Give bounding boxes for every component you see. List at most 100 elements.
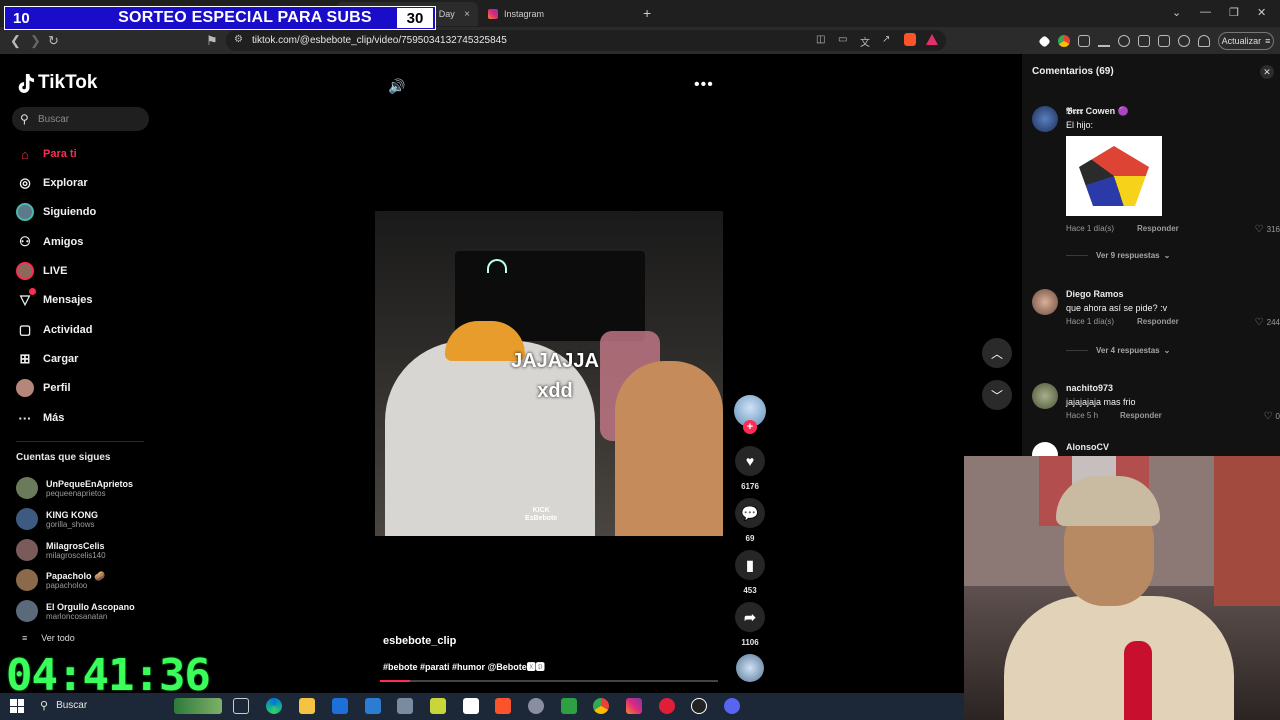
mail-icon[interactable] bbox=[365, 698, 381, 714]
leo-icon[interactable] bbox=[1178, 35, 1190, 47]
brave-shield-icon[interactable] bbox=[904, 33, 916, 46]
music-disc-avatar[interactable] bbox=[736, 654, 764, 682]
share-icon[interactable]: ↗ bbox=[882, 34, 890, 45]
vpn-icon[interactable] bbox=[1198, 35, 1210, 47]
following-account[interactable]: El Orgullo Ascopano marloncosanatan bbox=[16, 597, 135, 625]
sidebar-item-amigos[interactable]: ⚇ Amigos bbox=[16, 231, 83, 253]
app-icon[interactable] bbox=[397, 698, 413, 714]
comment-author[interactable]: 𝕭𝖗𝖗𝖗 Cowen 🟣 bbox=[1066, 106, 1129, 117]
avatar[interactable] bbox=[1032, 383, 1058, 409]
following-account[interactable]: MilagrosCelis milagroscelis140 bbox=[16, 536, 106, 564]
close-window-icon[interactable]: ✕ bbox=[1257, 6, 1266, 19]
task-view-icon[interactable] bbox=[233, 698, 249, 714]
reply-button[interactable]: Responder bbox=[1137, 224, 1179, 233]
obs-icon[interactable] bbox=[691, 698, 707, 714]
notepad-icon[interactable] bbox=[463, 698, 479, 714]
search-input[interactable]: ⚲ Buscar bbox=[12, 107, 149, 131]
back-icon[interactable]: ❮ bbox=[10, 33, 21, 49]
bookmark-icon[interactable]: ⚑ bbox=[206, 33, 218, 49]
chrome-icon[interactable] bbox=[593, 698, 609, 714]
account-handle: marloncosanatan bbox=[46, 611, 108, 621]
comment-author[interactable]: AlonsoCV bbox=[1066, 442, 1109, 452]
url-field[interactable]: ⚙ tiktok.com/@esbebote_clip/video/759503… bbox=[226, 30, 946, 51]
volume-icon[interactable]: 🔊 bbox=[388, 78, 405, 95]
view-replies-button[interactable]: Ver 9 respuestas ⌄ bbox=[1066, 251, 1170, 260]
forward-icon[interactable]: ❯ bbox=[30, 33, 41, 49]
site-info-icon[interactable]: ⚙ bbox=[234, 34, 243, 45]
comment-like-button[interactable]: ♡ 0 bbox=[1264, 411, 1280, 422]
comment-author[interactable]: Diego Ramos bbox=[1066, 289, 1124, 299]
sidebar-item-cargar[interactable]: ⊞ Cargar bbox=[16, 348, 79, 370]
new-tab-button[interactable]: + bbox=[643, 5, 651, 21]
youtube-icon[interactable] bbox=[659, 698, 675, 714]
video-username[interactable]: esbebote_clip bbox=[383, 635, 456, 647]
following-account[interactable]: Papacholo 🥔 papacholoo bbox=[16, 566, 105, 594]
sidebar-icon[interactable] bbox=[1158, 35, 1170, 47]
file-explorer-icon[interactable] bbox=[299, 698, 315, 714]
chevron-down-icon: ⌄ bbox=[1163, 346, 1171, 355]
sidebar-item-live[interactable]: LIVE bbox=[16, 260, 67, 282]
avatar[interactable] bbox=[1032, 106, 1058, 132]
follow-plus-button[interactable]: + bbox=[743, 420, 757, 434]
reload-icon[interactable]: ↻ bbox=[48, 33, 59, 49]
share-button[interactable]: ➦ 1106 bbox=[734, 602, 766, 647]
tiktok-logo[interactable]: TikTok bbox=[16, 72, 97, 94]
brave-rewards-icon[interactable] bbox=[926, 34, 938, 45]
comment-like-button[interactable]: ♡ 316 bbox=[1255, 224, 1280, 235]
extension-color-icon[interactable] bbox=[1058, 35, 1070, 47]
brave-icon[interactable] bbox=[495, 698, 511, 714]
save-button[interactable]: ▮ 453 bbox=[734, 550, 766, 595]
close-comments-button[interactable]: ✕ bbox=[1260, 65, 1274, 79]
weather-widget-icon[interactable] bbox=[174, 698, 222, 714]
previous-video-button[interactable]: ︿ bbox=[982, 338, 1012, 368]
update-button[interactable]: Actualizar ≡ bbox=[1218, 32, 1274, 50]
discord-icon[interactable] bbox=[724, 698, 740, 714]
comment-like-button[interactable]: ♡ 244 bbox=[1255, 317, 1280, 328]
comment-button[interactable]: 💬 69 bbox=[734, 498, 766, 543]
extension-diamond-icon[interactable] bbox=[1038, 35, 1051, 48]
view-replies-button[interactable]: Ver 4 respuestas ⌄ bbox=[1066, 346, 1170, 355]
reply-button[interactable]: Responder bbox=[1120, 411, 1162, 420]
downloads-icon[interactable] bbox=[1098, 35, 1110, 47]
translate-icon[interactable]: 文 bbox=[860, 34, 870, 49]
following-account[interactable]: KING KONG gorilla_shows bbox=[16, 505, 98, 533]
extensions-puzzle-icon[interactable] bbox=[1078, 35, 1090, 47]
app-icon[interactable] bbox=[528, 698, 544, 714]
sidebar-item-actividad[interactable]: ▢ Actividad bbox=[16, 319, 93, 341]
notes-app-icon[interactable] bbox=[430, 698, 446, 714]
app-icon[interactable] bbox=[561, 698, 577, 714]
like-button[interactable]: ♥ 6176 bbox=[734, 446, 766, 491]
home-icon: ⌂ bbox=[21, 146, 29, 162]
sidebar-item-siguiendo[interactable]: Siguiendo bbox=[16, 201, 96, 223]
taskbar-search[interactable]: ⚲ Buscar bbox=[40, 699, 87, 712]
next-video-button[interactable]: ﹀ bbox=[982, 380, 1012, 410]
tab-list-chevron-icon[interactable]: ⌄ bbox=[1172, 6, 1181, 19]
sidebar-item-mas[interactable]: ··· Más bbox=[16, 407, 65, 429]
see-all-link[interactable]: ≡ Ver todo bbox=[22, 633, 75, 643]
reply-button[interactable]: Responder bbox=[1137, 317, 1179, 326]
close-tab-icon[interactable]: × bbox=[464, 9, 470, 20]
minimize-icon[interactable]: — bbox=[1200, 6, 1211, 18]
media-icon[interactable] bbox=[1118, 35, 1130, 47]
avatar[interactable] bbox=[1032, 289, 1058, 315]
reader-icon[interactable]: ◫ bbox=[816, 34, 825, 45]
instagram-icon[interactable] bbox=[626, 698, 642, 714]
sidebar-item-para-ti[interactable]: ⌂ Para ti bbox=[16, 143, 77, 165]
video-player[interactable]: JAJAJJA xdd KICK EsBebote bbox=[375, 211, 723, 536]
windows-start-icon[interactable] bbox=[10, 699, 24, 713]
sidebar-item-explorar[interactable]: ◎ Explorar bbox=[16, 172, 87, 194]
reading-list-icon[interactable] bbox=[1138, 35, 1150, 47]
video-progress-bar[interactable] bbox=[380, 680, 718, 682]
sidebar-item-perfil[interactable]: Perfil bbox=[16, 377, 71, 399]
cast-icon[interactable]: ▭ bbox=[838, 34, 847, 45]
edge-icon[interactable] bbox=[266, 698, 282, 714]
comment-author[interactable]: nachito973 bbox=[1066, 383, 1113, 393]
restore-icon[interactable]: ❐ bbox=[1229, 6, 1239, 19]
tab-instagram[interactable]: Instagram bbox=[480, 2, 635, 26]
following-account[interactable]: UnPequeEnAprietos pequeenaprietos bbox=[16, 474, 133, 502]
tiktok-logo-text: TikTok bbox=[38, 72, 98, 93]
more-options-icon[interactable]: ••• bbox=[694, 76, 714, 94]
store-icon[interactable] bbox=[332, 698, 348, 714]
comment-sticker-image[interactable] bbox=[1066, 136, 1162, 216]
sidebar-item-mensajes[interactable]: ▽ Mensajes bbox=[16, 288, 93, 311]
